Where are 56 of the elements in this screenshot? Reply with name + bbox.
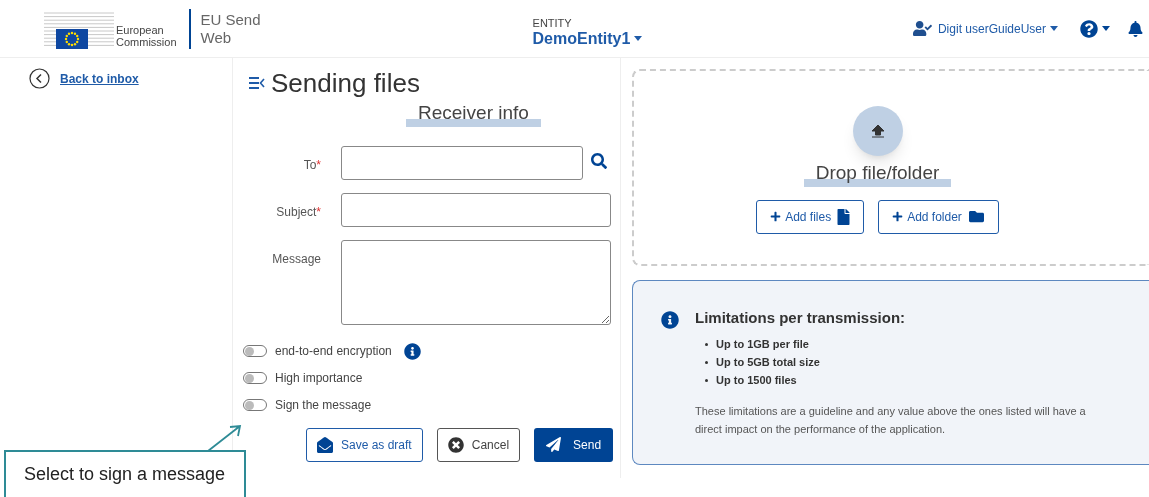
toggle-label: end-to-end encryption <box>275 343 392 360</box>
caret-icon <box>1050 26 1058 31</box>
back-to-inbox-link[interactable]: Back to inbox <box>60 69 139 88</box>
caret-icon <box>1102 26 1110 31</box>
upload-button[interactable] <box>852 106 903 156</box>
notifications-icon[interactable] <box>1128 20 1143 37</box>
user-icon <box>912 19 932 38</box>
page-title: Sending files <box>271 68 420 98</box>
add-folder-button[interactable]: Add folder <box>878 199 999 234</box>
limit-item: Up to 1GB per file <box>716 337 809 353</box>
collapse-menu-icon[interactable] <box>249 77 265 89</box>
cancel-button[interactable]: Cancel <box>436 427 521 462</box>
search-icon[interactable] <box>591 152 607 169</box>
info-icon <box>661 311 679 329</box>
plus-icon <box>770 211 782 222</box>
send-button[interactable]: Send <box>534 427 614 462</box>
envelope-icon <box>317 436 333 453</box>
toggle-switch[interactable] <box>243 372 267 384</box>
file-icon <box>837 208 851 225</box>
app-name: Web <box>200 28 233 47</box>
entity-label: ENTITY <box>532 15 573 31</box>
back-icon[interactable] <box>29 68 50 89</box>
limits-title: Limitations per transmission: <box>695 308 907 328</box>
org-name: European <box>116 23 165 36</box>
drop-title: Drop file/folder <box>803 159 952 188</box>
toggle-switch[interactable] <box>243 399 267 411</box>
org-name: Commission <box>116 35 177 48</box>
folder-icon <box>967 209 985 224</box>
caret-icon <box>634 35 643 41</box>
drop-zone[interactable]: Drop file/folder Add files Add folder <box>632 69 1149 266</box>
field-label: Message <box>272 251 321 266</box>
toggle-switch[interactable] <box>243 345 267 357</box>
callout-text: Select to sign a message <box>24 464 226 484</box>
user-menu[interactable]: Digit userGuideUser <box>937 19 1058 38</box>
toggle-label: High importance <box>275 370 363 387</box>
plus-icon <box>892 211 904 222</box>
info-icon[interactable] <box>403 342 421 360</box>
text-field[interactable] <box>341 145 583 180</box>
send-icon <box>546 437 562 452</box>
field-label: To* <box>303 157 321 172</box>
limit-item: Up to 1500 files <box>716 373 797 389</box>
toggle-label: Sign the message <box>275 397 372 414</box>
app-name: EU Send <box>200 10 261 29</box>
close-icon <box>447 436 464 453</box>
limits-note: These limitations are a guideline and any value above the ones listed will have a direct impact on the performance of the application. <box>695 403 1087 437</box>
field-label: Subject* <box>276 204 321 219</box>
message-field[interactable] <box>341 239 611 325</box>
add-files-button[interactable]: Add files <box>756 199 865 234</box>
upload-icon <box>871 124 884 138</box>
limit-item: Up to 5GB total size <box>716 355 820 371</box>
save-draft-button[interactable]: Save as draft <box>306 427 423 462</box>
section-title: Receiver info <box>406 99 541 128</box>
help-button[interactable] <box>1080 19 1110 38</box>
text-field[interactable] <box>341 192 611 227</box>
entity-dropdown[interactable]: DemoEntity1 <box>532 30 643 46</box>
help-icon <box>1080 19 1098 38</box>
